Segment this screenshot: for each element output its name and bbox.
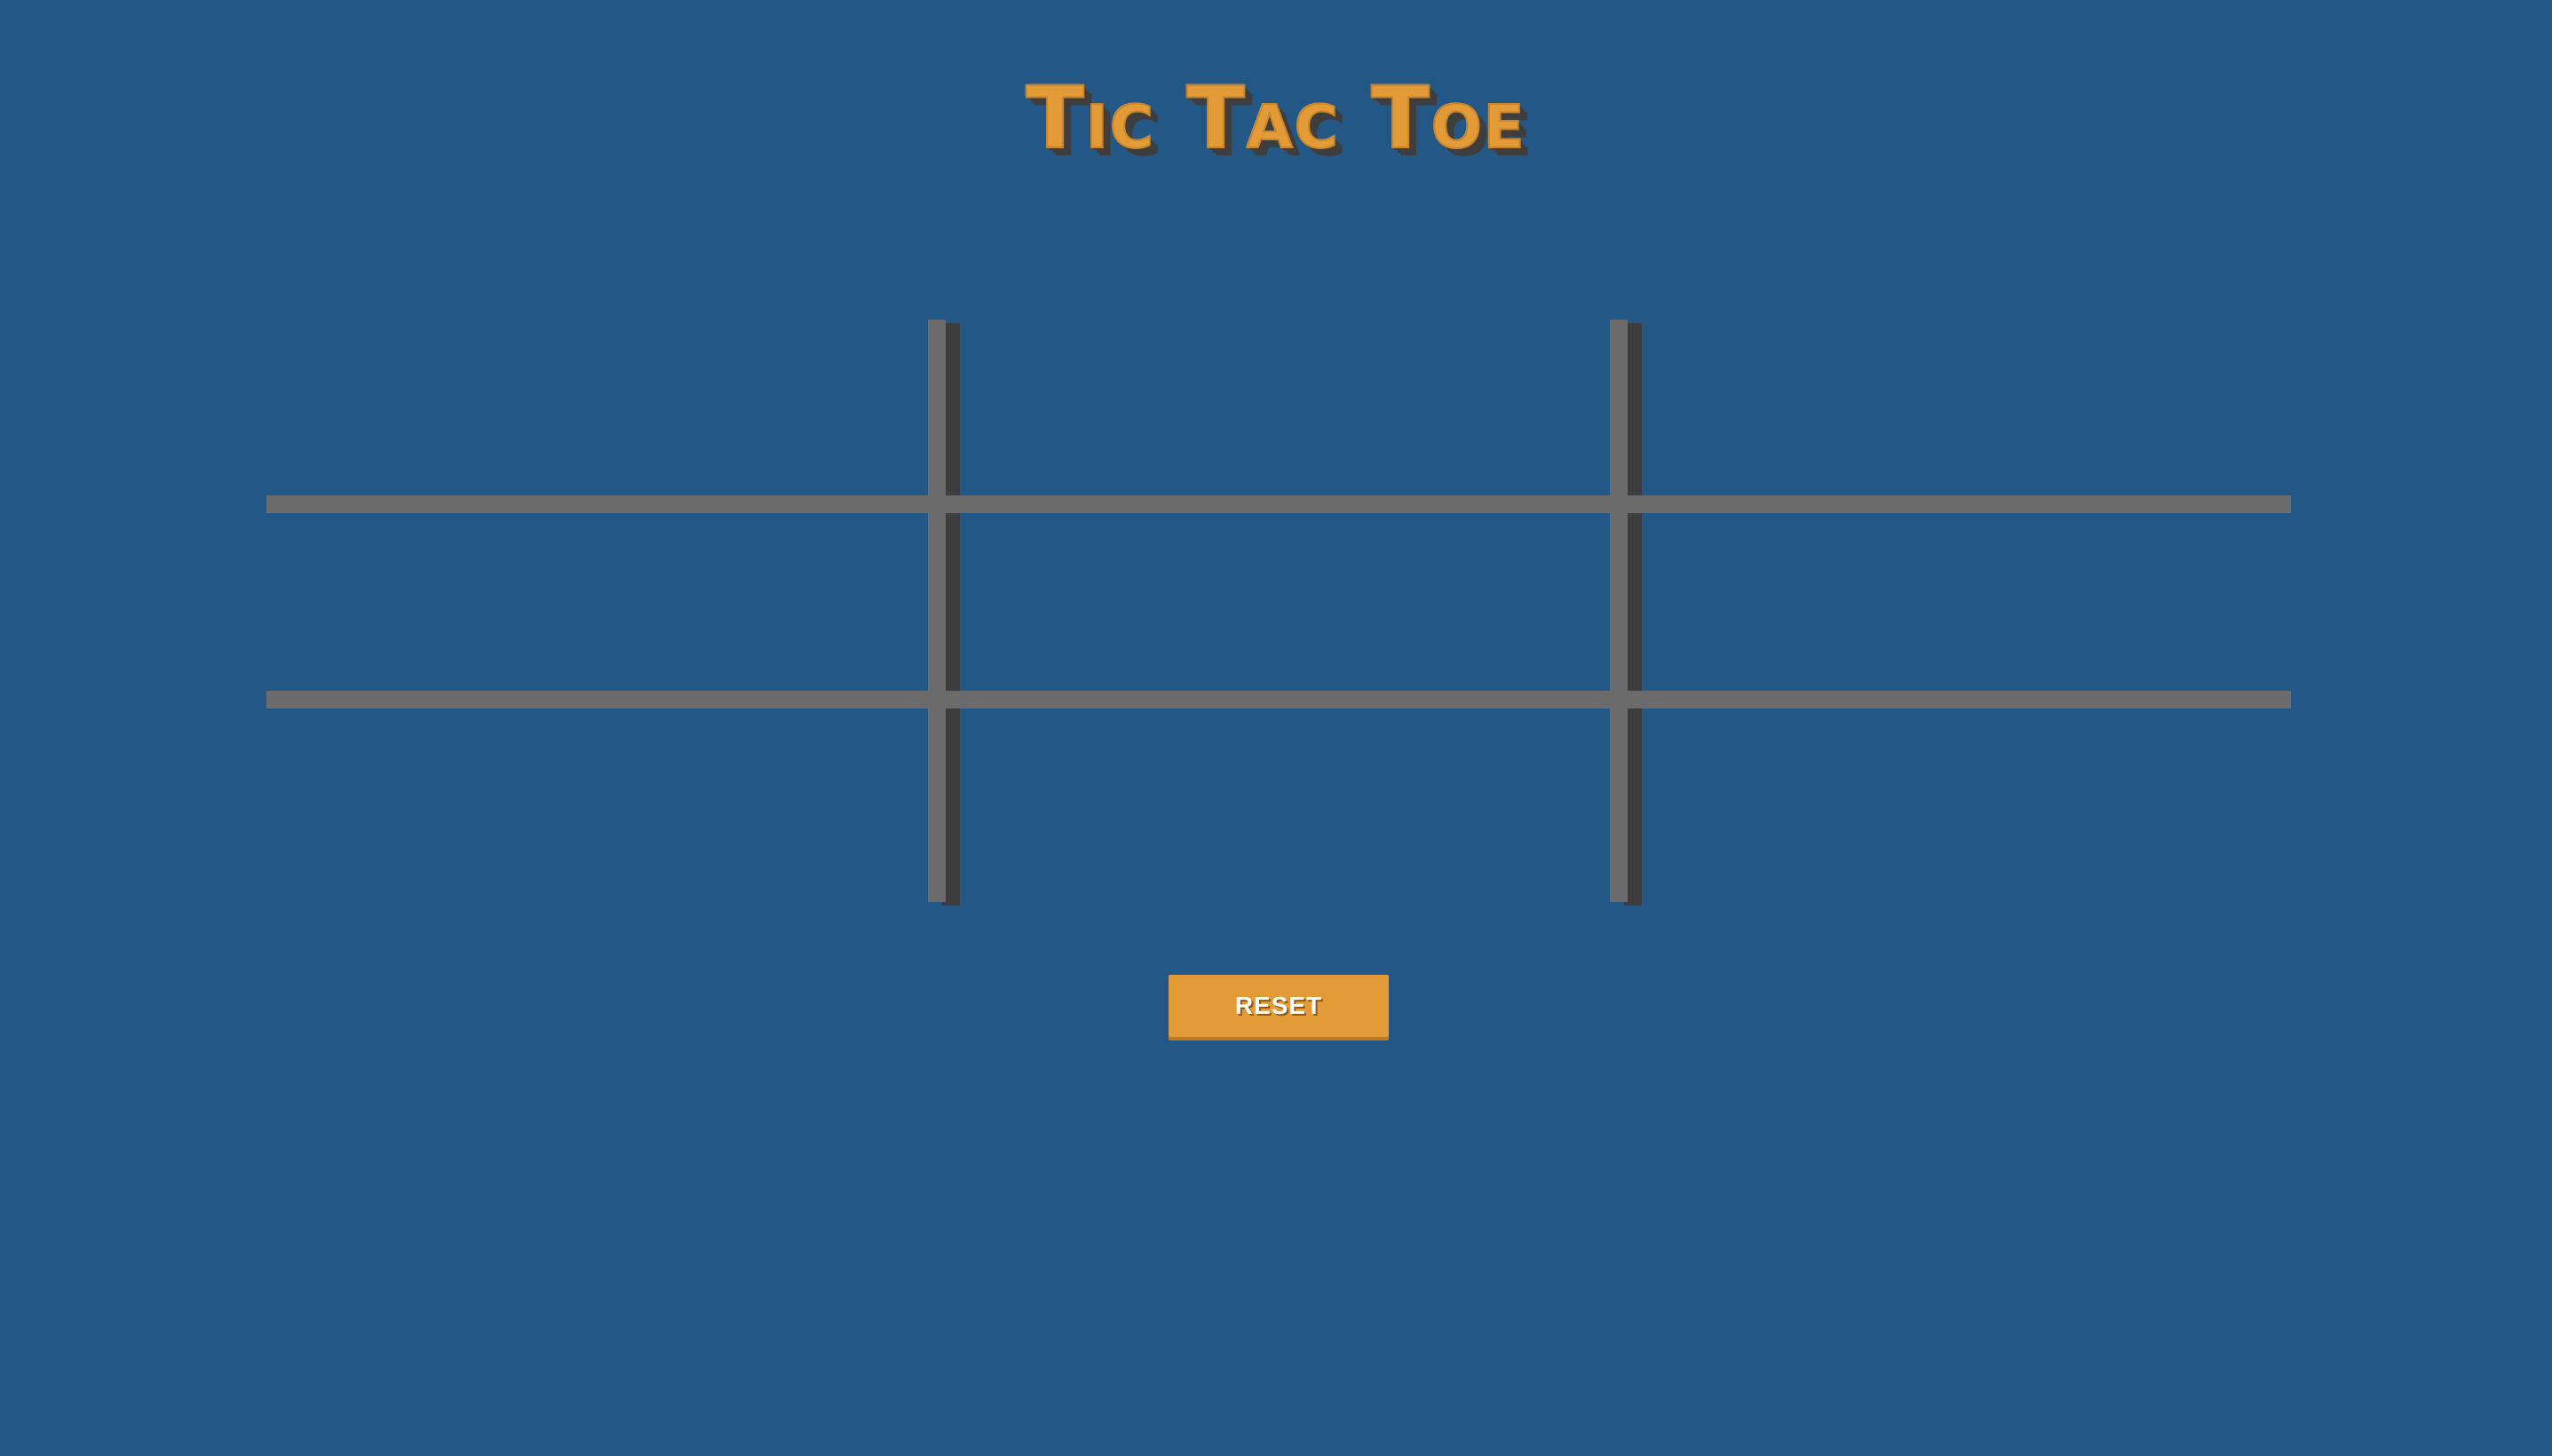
board-cell-8[interactable]	[946, 708, 1610, 902]
board-cell-3[interactable]	[1628, 320, 2291, 495]
cell-mark	[1628, 513, 2291, 691]
cell-mark	[946, 513, 1610, 691]
grid-line-vertical-2	[1610, 320, 1628, 902]
reset-button[interactable]: RESET	[1169, 975, 1389, 1037]
cell-mark	[1628, 320, 2291, 495]
cell-mark	[266, 320, 928, 495]
board-cell-5[interactable]	[946, 513, 1610, 691]
cell-mark	[946, 320, 1610, 495]
board-cell-2[interactable]	[946, 320, 1610, 495]
cell-mark	[1628, 708, 2291, 902]
board-cell-4[interactable]	[266, 513, 928, 691]
cell-mark	[946, 708, 1610, 902]
game-title: Tic Tac Toe	[1025, 67, 1526, 169]
cell-mark	[266, 708, 928, 902]
board-cell-6[interactable]	[1628, 513, 2291, 691]
board-cell-7[interactable]	[266, 708, 928, 902]
grid-line-vertical-1	[928, 320, 946, 902]
grid-line-horizontal-2	[266, 691, 2291, 708]
game-board	[266, 320, 2291, 902]
board-cell-9[interactable]	[1628, 708, 2291, 902]
cell-mark	[266, 513, 928, 691]
grid-line-horizontal-1	[266, 495, 2291, 513]
board-cell-1[interactable]	[266, 320, 928, 495]
